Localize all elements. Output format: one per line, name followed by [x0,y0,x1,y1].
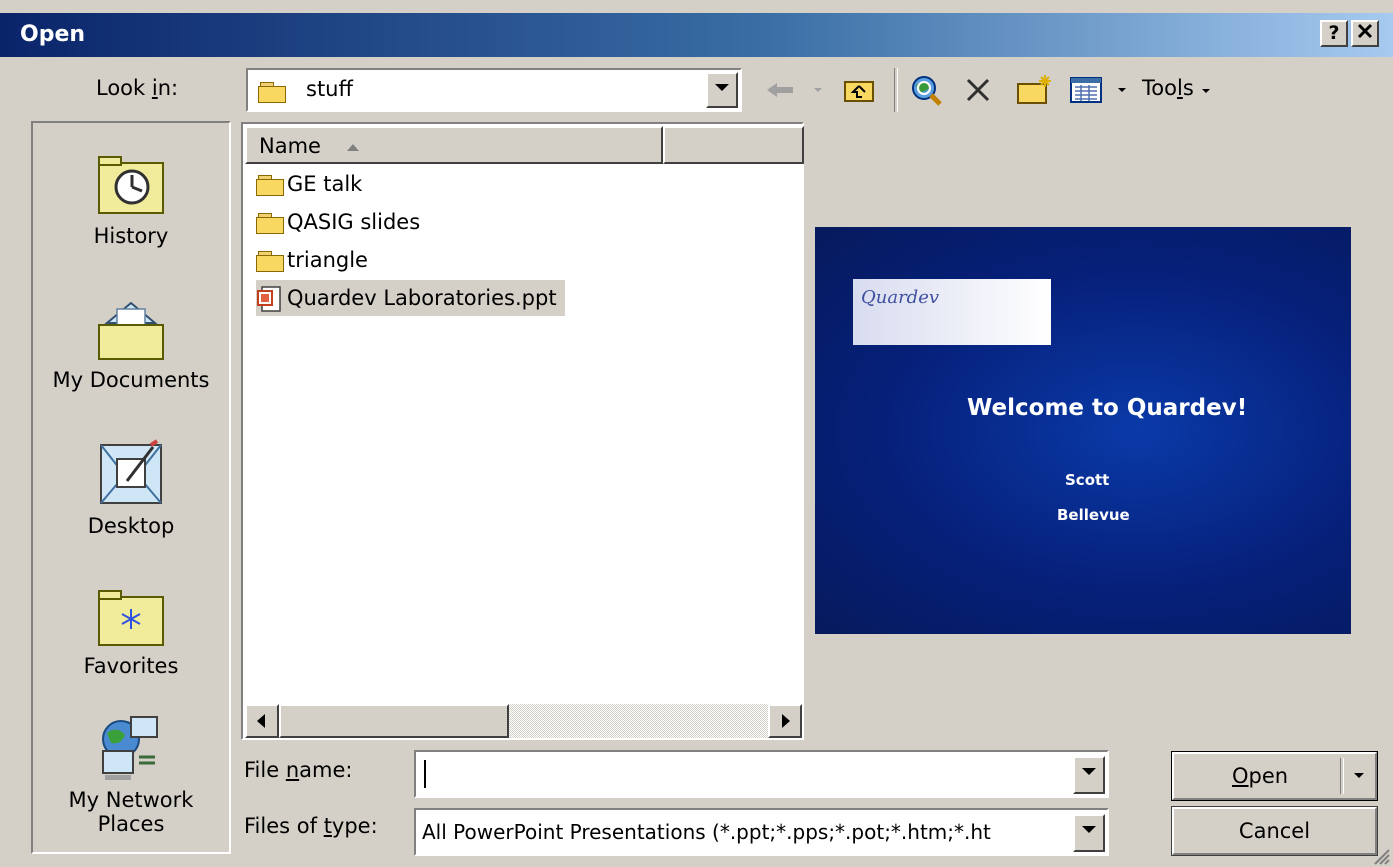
sort-ascending-icon [347,144,359,151]
look-in-value: stuff [306,77,353,101]
scroll-left-button[interactable] [245,704,279,738]
close-icon [1357,23,1373,39]
desktop-icon [100,439,162,504]
place-desktop[interactable]: Desktop [33,437,229,538]
chevron-down-icon [1354,773,1364,778]
list-item[interactable]: QASIG slides [256,204,428,240]
file-list[interactable]: Name GE talk QASIG slides triangle Quard… [241,122,804,740]
resize-grip-icon[interactable] [1370,845,1390,865]
place-favorites[interactable]: Favorites [33,583,229,678]
delete-x-icon [966,78,990,102]
scroll-left-icon [257,714,265,728]
place-history[interactable]: History [33,149,229,248]
create-new-folder-button[interactable] [1012,74,1056,106]
scroll-right-button[interactable] [768,704,802,738]
item-name: Quardev Laboratories.ppt [287,286,557,310]
split-separator [1340,758,1344,794]
place-label-line1: My Network [68,788,194,812]
title-bar [0,13,1393,57]
place-label: Favorites [83,654,179,678]
help-button[interactable]: ? [1320,20,1348,47]
new-folder-icon [1017,75,1051,104]
item-name: GE talk [287,172,363,196]
views-grid-icon [1070,77,1102,103]
list-item[interactable]: triangle [256,242,376,278]
cancel-button-label: Cancel [1238,819,1311,843]
chevron-down-icon [715,84,729,91]
item-name: QASIG slides [287,210,421,234]
network-places-icon [102,716,158,780]
preview-title: Welcome to Quardev! [967,395,1248,421]
place-label: My Documents [52,368,210,392]
place-my-network-places[interactable]: My Network Places [33,713,229,836]
place-label: Desktop [87,514,175,538]
views-button[interactable] [1066,74,1106,106]
ppt-file-icon [257,286,281,312]
preview-logo-text: Quardev [861,287,940,308]
chevron-down-icon [1082,768,1096,775]
places-bar: History My Documents Desktop Favorites M… [31,121,231,854]
preview-line1: Scott [1065,471,1110,489]
cancel-button[interactable]: Cancel [1171,806,1378,856]
folder-icon [256,175,284,196]
horizontal-scrollbar[interactable] [245,704,802,738]
folder-icon [258,79,289,103]
open-dropdown-button[interactable] [1346,760,1372,792]
back-button[interactable] [762,74,798,106]
item-name: triangle [287,248,368,272]
open-button-label: Open [1232,764,1289,788]
toolbar-separator [894,68,898,112]
delete-button[interactable] [960,74,996,106]
search-web-icon [912,76,942,106]
favorites-icon [98,590,164,646]
my-documents-icon [98,301,164,360]
file-name-dropdown-button[interactable] [1073,756,1105,794]
file-type-label: Files of type: [244,814,378,838]
close-button[interactable] [1351,20,1379,47]
open-button[interactable]: Open [1171,751,1378,801]
views-dropdown-button[interactable] [1112,74,1132,106]
file-name-input[interactable] [420,756,1060,790]
column-header-label: Name [259,134,321,158]
search-web-button[interactable] [906,74,946,106]
preview-line2: Bellevue [1057,506,1130,524]
window-title: Open [20,22,86,47]
column-header-name[interactable]: Name [245,126,663,164]
list-item-selected[interactable]: Quardev Laboratories.ppt [256,280,565,316]
back-arrow-icon [767,83,793,97]
file-type-value: All PowerPoint Presentations (*.ppt;*.pp… [422,820,991,844]
folder-icon [256,213,284,234]
place-label-line2: Places [97,812,165,836]
look-in-label: Look in: [96,76,179,100]
column-header-extra[interactable] [663,126,804,164]
file-name-label: File name: [244,758,353,782]
history-icon [98,156,164,214]
up-folder-icon [844,81,874,102]
folder-icon [256,251,284,272]
chevron-down-icon [1082,826,1096,833]
look-in-combobox[interactable]: stuff [246,68,742,112]
small-down-icon [814,88,822,92]
small-down-icon [1118,88,1126,92]
place-my-documents[interactable]: My Documents [33,293,229,392]
back-dropdown-button[interactable] [810,74,826,106]
up-one-level-button[interactable] [836,74,882,106]
scroll-right-icon [782,714,790,728]
look-in-dropdown-button[interactable] [706,72,738,108]
file-type-combobox[interactable]: All PowerPoint Presentations (*.ppt;*.pp… [414,808,1109,856]
scrollbar-thumb[interactable] [279,704,509,738]
text-caret [424,760,426,788]
file-name-combobox[interactable] [414,750,1109,798]
small-down-icon [1202,89,1211,93]
list-item[interactable]: GE talk [256,166,370,202]
place-label: History [93,224,169,248]
preview-pane: Quardev Welcome to Quardev! Scott Bellev… [815,227,1351,634]
column-area [663,164,802,712]
file-type-dropdown-button[interactable] [1073,814,1105,852]
tools-menu[interactable]: Tools [1142,76,1212,100]
preview-logo: Quardev [853,279,1051,345]
